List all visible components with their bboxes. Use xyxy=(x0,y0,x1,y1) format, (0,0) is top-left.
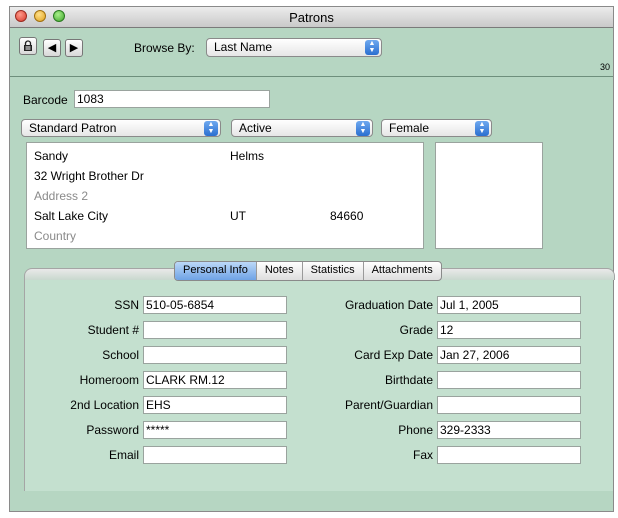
tab-statistics[interactable]: Statistics xyxy=(303,262,364,280)
homeroom-field[interactable]: CLARK RM.12 xyxy=(143,371,287,389)
city-field[interactable]: Salt Lake City xyxy=(34,209,108,223)
graduation-date-field[interactable]: Jul 1, 2005 xyxy=(437,296,581,314)
record-count: 30 xyxy=(599,62,610,72)
phone-field[interactable]: 329-2333 xyxy=(437,421,581,439)
tab-bar: Personal Info Notes Statistics Attachmen… xyxy=(174,261,442,281)
parent-guardian-field[interactable] xyxy=(437,396,581,414)
second-location-field[interactable]: EHS xyxy=(143,396,287,414)
title-bar[interactable]: Patrons xyxy=(10,7,613,28)
browse-by-select[interactable]: Last Name ▲ ▼ xyxy=(206,38,382,57)
status-select[interactable]: Active ▲ ▼ xyxy=(231,119,373,137)
address-1-field[interactable]: 32 Wright Brother Dr xyxy=(34,169,144,183)
fax-field[interactable] xyxy=(437,446,581,464)
window-title: Patrons xyxy=(289,10,334,25)
grade-field[interactable]: 12 xyxy=(437,321,581,339)
homeroom-label: Homeroom xyxy=(79,373,139,387)
student-number-label: Student # xyxy=(87,323,139,337)
email-field[interactable] xyxy=(143,446,287,464)
popup-arrows-icon: ▲ ▼ xyxy=(365,40,379,55)
country-field[interactable]: Country xyxy=(34,229,76,243)
patron-type-select[interactable]: Standard Patron ▲ ▼ xyxy=(21,119,221,137)
birthdate-label: Birthdate xyxy=(384,373,433,387)
birthdate-field[interactable] xyxy=(437,371,581,389)
tab-personal-info[interactable]: Personal Info xyxy=(175,262,257,280)
right-arrow-icon: ▶ xyxy=(69,42,79,54)
status-value: Active xyxy=(239,121,272,135)
fax-label: Fax xyxy=(412,448,433,462)
grade-label: Grade xyxy=(399,323,433,337)
patron-photo[interactable] xyxy=(435,142,543,249)
school-field[interactable] xyxy=(143,346,287,364)
card-exp-date-label: Card Exp Date xyxy=(354,348,433,362)
left-arrow-icon: ◀ xyxy=(47,42,57,54)
second-location-label: 2nd Location xyxy=(70,398,139,412)
barcode-field[interactable]: 1083 xyxy=(74,90,270,108)
school-label: School xyxy=(102,348,139,362)
student-number-field[interactable] xyxy=(143,321,287,339)
parent-guardian-label: Parent/Guardian xyxy=(344,398,433,412)
graduation-date-label: Graduation Date xyxy=(344,298,433,312)
last-name-field[interactable]: Helms xyxy=(230,149,264,163)
password-label: Password xyxy=(86,423,139,437)
popup-arrows-icon: ▲ ▼ xyxy=(475,121,489,136)
next-record-button[interactable]: ▶ xyxy=(65,39,83,57)
card-exp-date-field[interactable]: Jan 27, 2006 xyxy=(437,346,581,364)
phone-label: Phone xyxy=(398,423,433,437)
browse-by-label: Browse By: xyxy=(134,41,195,55)
gender-select[interactable]: Female ▲ ▼ xyxy=(381,119,492,137)
address-block: Sandy Helms 32 Wright Brother Dr Address… xyxy=(26,142,424,249)
popup-arrows-icon: ▲ ▼ xyxy=(356,121,370,136)
previous-record-button[interactable]: ◀ xyxy=(43,39,61,57)
first-name-field[interactable]: Sandy xyxy=(34,149,68,163)
address-2-field[interactable]: Address 2 xyxy=(34,189,88,203)
password-field[interactable]: ***** xyxy=(143,421,287,439)
email-label: Email xyxy=(108,448,139,462)
ssn-field[interactable]: 510-05-6854 xyxy=(143,296,287,314)
gender-value: Female xyxy=(389,121,430,135)
ssn-label: SSN xyxy=(114,298,139,312)
zip-field[interactable]: 84660 xyxy=(330,209,363,223)
tab-notes[interactable]: Notes xyxy=(257,262,303,280)
barcode-label: Barcode xyxy=(23,93,68,107)
lock-button[interactable] xyxy=(19,37,37,55)
browse-by-value: Last Name xyxy=(214,40,273,54)
state-field[interactable]: UT xyxy=(230,209,246,223)
popup-arrows-icon: ▲ ▼ xyxy=(204,121,218,136)
tab-attachments[interactable]: Attachments xyxy=(364,262,441,280)
patron-type-value: Standard Patron xyxy=(29,121,117,135)
patrons-window: Patrons ◀ ▶ Browse By: Last Name ▲ ▼ 30 B… xyxy=(9,6,615,512)
lock-icon xyxy=(24,40,32,51)
toolbar: ◀ ▶ Browse By: Last Name ▲ ▼ 30 xyxy=(10,28,613,77)
